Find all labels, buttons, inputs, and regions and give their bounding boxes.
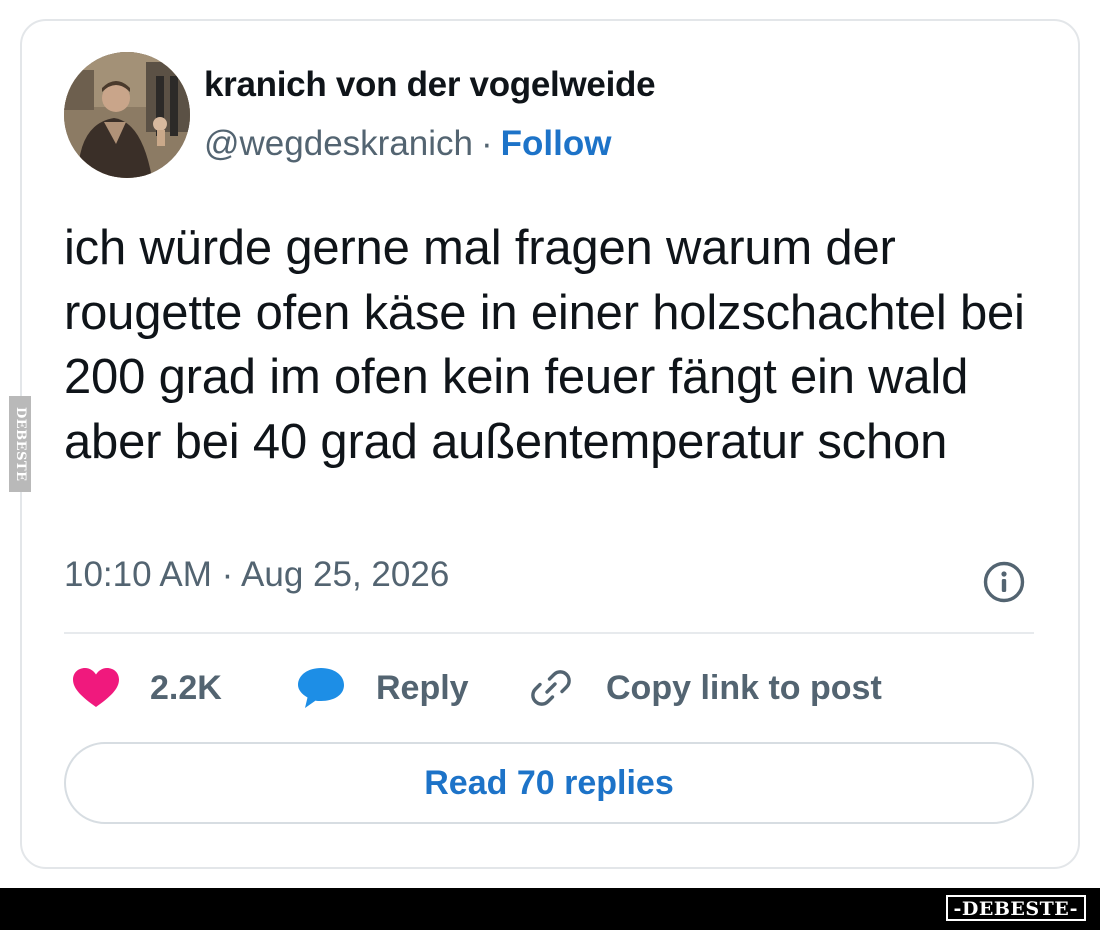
- author-name[interactable]: kranich von der vogelweide: [204, 65, 656, 105]
- tweet-timestamp[interactable]: 10:10 AM · Aug 25, 2026: [64, 555, 449, 595]
- reply-button[interactable]: Reply: [296, 665, 469, 711]
- watermark-logo: -DEBESTE-: [945, 895, 1086, 921]
- reply-label: Reply: [376, 668, 469, 707]
- divider: [64, 632, 1034, 634]
- copy-link-button[interactable]: Copy link to post: [530, 665, 882, 711]
- heart-icon: [73, 668, 119, 707]
- copy-link-label: Copy link to post: [606, 668, 882, 707]
- bottom-bar: -DEBESTE-: [0, 888, 1100, 930]
- like-count: 2.2K: [150, 668, 222, 707]
- avatar[interactable]: [64, 52, 190, 178]
- like-button[interactable]: 2.2K: [72, 665, 222, 711]
- author-handle[interactable]: @wegdeskranich: [204, 124, 473, 163]
- read-replies-button[interactable]: Read 70 replies: [64, 742, 1034, 824]
- info-icon[interactable]: [982, 560, 1026, 604]
- avatar-photo: [64, 52, 190, 178]
- speech-bubble-icon: [298, 668, 344, 708]
- side-watermark: DEBESTE: [9, 396, 31, 492]
- separator-dot: ·: [481, 124, 493, 163]
- link-icon: [531, 670, 571, 706]
- handle-row: @wegdeskranich · Follow: [204, 124, 611, 164]
- follow-button[interactable]: Follow: [501, 124, 612, 163]
- tweet-text: ich würde gerne mal fragen warum der rou…: [64, 221, 1025, 469]
